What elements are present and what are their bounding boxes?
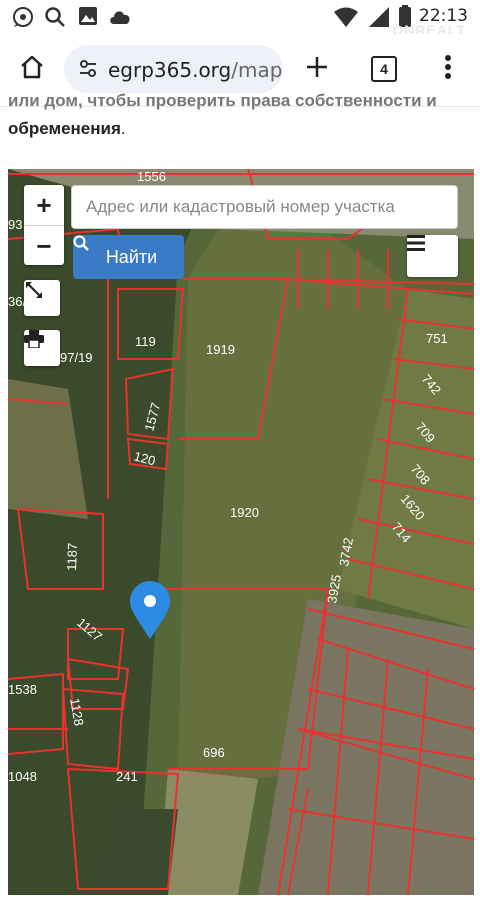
parcel-label: 1919 bbox=[206, 342, 235, 357]
home-icon bbox=[19, 54, 45, 85]
gallery-icon bbox=[78, 6, 98, 31]
wifi-icon bbox=[334, 7, 358, 32]
notification-bubble-icon bbox=[12, 6, 34, 33]
cadastral-map[interactable]: 1556 1919 119 97/19 1577 120 1920 751 74… bbox=[8, 169, 474, 895]
parcel-label: 696 bbox=[203, 745, 225, 760]
parcel-label: 119 bbox=[135, 334, 156, 349]
parcel-label: 241 bbox=[116, 769, 138, 784]
parcel-label: 1556 bbox=[137, 169, 166, 184]
browser-menu-button[interactable] bbox=[425, 46, 471, 92]
site-settings-icon[interactable] bbox=[78, 59, 98, 84]
more-vertical-icon bbox=[444, 54, 452, 84]
parcel-label: 1920 bbox=[230, 505, 259, 520]
print-button[interactable] bbox=[24, 330, 60, 366]
find-button[interactable]: Найти bbox=[73, 235, 184, 279]
zoom-in-button[interactable]: + bbox=[24, 185, 64, 226]
tab-count: 4 bbox=[371, 56, 397, 82]
signal-icon bbox=[369, 7, 389, 32]
search-notification-icon bbox=[44, 6, 66, 33]
tab-switcher-button[interactable]: 4 bbox=[361, 46, 407, 92]
cloud-icon bbox=[108, 8, 132, 29]
article-period: . bbox=[120, 119, 126, 138]
article-cut-line: или дом, чтобы проверить права собственн… bbox=[8, 91, 437, 110]
parcel-label: 1048 bbox=[8, 769, 37, 784]
fullscreen-button[interactable] bbox=[24, 280, 60, 316]
bottom-gesture-area bbox=[0, 895, 480, 910]
plus-icon bbox=[305, 55, 329, 84]
layers-menu-button[interactable] bbox=[407, 235, 458, 277]
search-input[interactable]: Адрес или кадастровый номер участка bbox=[71, 185, 458, 229]
parcel-label: 97/19 bbox=[60, 350, 93, 365]
find-button-label: Найти bbox=[105, 246, 158, 267]
parcel-label: 93 bbox=[8, 217, 22, 232]
article-line: обременения. bbox=[8, 116, 126, 141]
parcel-label: 1538 bbox=[8, 682, 37, 697]
url-text: egrp365.org/map bbox=[108, 58, 283, 82]
parcel-label: 751 bbox=[426, 331, 448, 346]
article-bold-text: обременения bbox=[8, 119, 121, 138]
address-bar[interactable]: egrp365.org/map bbox=[64, 45, 283, 93]
zoom-out-button[interactable]: − bbox=[24, 226, 64, 266]
status-bar: 22:13 ONREALT bbox=[0, 0, 480, 38]
home-button[interactable] bbox=[9, 46, 55, 92]
new-tab-button[interactable] bbox=[294, 46, 340, 92]
zoom-control: + − bbox=[24, 185, 64, 265]
parcel-label: 1187 bbox=[64, 543, 80, 571]
